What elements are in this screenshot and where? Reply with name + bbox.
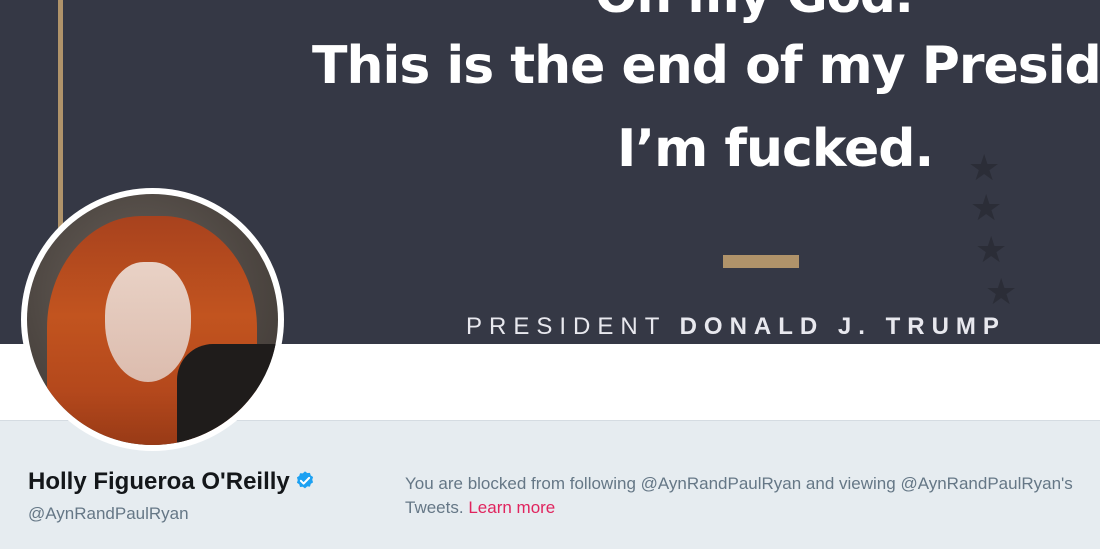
avatar[interactable]: [21, 188, 284, 451]
banner-quote-line-1: Oh my God.: [595, 0, 914, 24]
star-icon: ★: [970, 187, 1003, 228]
avatar-photo: [27, 194, 278, 445]
profile-display-name[interactable]: Holly Figueroa O'Reilly: [28, 468, 316, 496]
banner-quote-line-3: I’m fucked.: [617, 119, 934, 179]
profile-name-block: Holly Figueroa O'Reilly @AynRandPaulRyan: [28, 468, 316, 524]
display-name-text: Holly Figueroa O'Reilly: [28, 468, 290, 495]
profile-handle[interactable]: @AynRandPaulRyan: [28, 504, 316, 524]
attribution-name: DONALD J. TRUMP: [679, 313, 1006, 340]
banner-quote-line-2: This is the end of my Preside: [312, 36, 1100, 96]
avatar-face: [105, 262, 191, 382]
star-icon: ★: [985, 271, 1018, 312]
attribution-prefix: PRESIDENT: [466, 313, 666, 340]
blocked-notice: You are blocked from following @AynRandP…: [405, 472, 1095, 520]
star-icon: ★: [975, 229, 1008, 270]
star-icon: ★: [968, 147, 1001, 188]
banner-gold-dash: [723, 255, 799, 268]
banner-attribution: PRESIDENT DONALD J. TRUMP: [466, 313, 1006, 341]
avatar-jacket: [177, 344, 278, 445]
verified-badge-icon: [296, 471, 313, 489]
learn-more-link[interactable]: Learn more: [468, 498, 555, 517]
banner-gold-rule: [58, 0, 63, 230]
